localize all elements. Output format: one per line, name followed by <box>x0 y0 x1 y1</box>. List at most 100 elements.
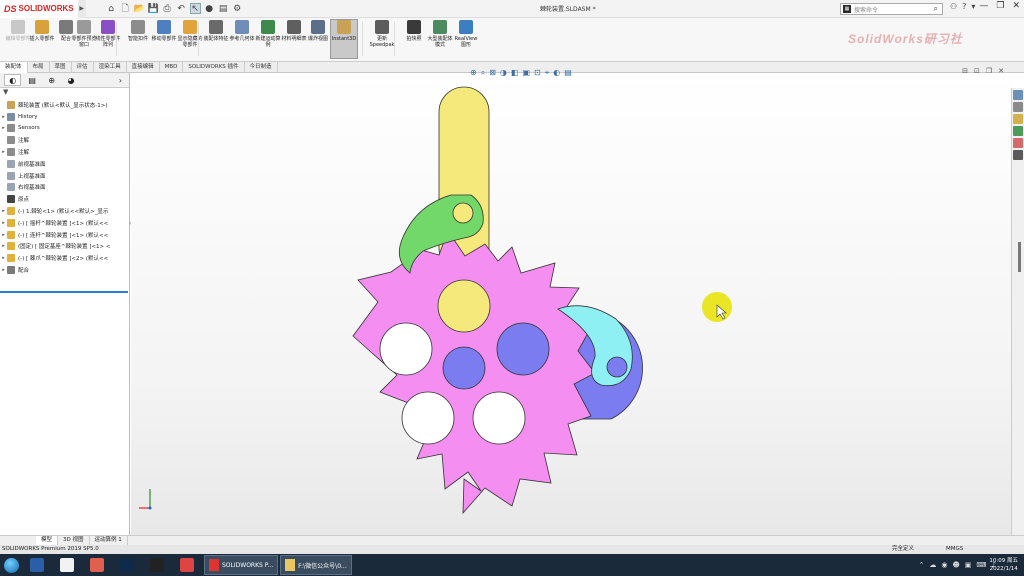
ribbon-button-5[interactable]: 智能扣件 <box>124 20 152 42</box>
tree-item[interactable]: 注解 <box>0 134 129 146</box>
home-icon[interactable]: ⌂ <box>106 3 117 14</box>
ribbon-button-13[interactable]: Instant3D <box>330 19 358 59</box>
command-tab-2[interactable]: 草图 <box>50 62 72 73</box>
taskbar-davinci[interactable] <box>143 555 171 575</box>
command-search-field[interactable]: ▦ 搜索命令 ⌕ <box>840 3 943 15</box>
command-tab-4[interactable]: 渲染工具 <box>94 62 127 73</box>
taskbar-app-6[interactable] <box>173 555 201 575</box>
tree-item[interactable]: 右视基准面 <box>0 182 129 194</box>
tree-item[interactable]: ▸ (-) 1.棘轮<1> (默认<<默认>_显示 <box>0 205 129 217</box>
select-cursor-icon[interactable]: ↖ <box>189 3 201 14</box>
save-icon[interactable]: 💾 <box>148 3 159 14</box>
view-palette-icon[interactable] <box>1013 126 1023 136</box>
view-tool-icon[interactable]: ▤ <box>564 68 572 78</box>
command-tab-3[interactable]: 评估 <box>72 62 94 73</box>
expand-arrow-icon[interactable]: ▸ <box>0 208 7 214</box>
view-tool-icon[interactable]: ⌖ <box>545 68 550 78</box>
search-icon[interactable]: ⌕ <box>934 4 938 14</box>
viewport-control-icon[interactable]: ⊡ <box>974 67 980 75</box>
bottom-tab-0[interactable]: 模型 <box>36 536 59 545</box>
ribbon-button-16[interactable]: 大型装配体模式 <box>426 20 454 48</box>
expand-arrow-icon[interactable]: ▸ <box>0 243 7 249</box>
tree-item[interactable]: ▸ History <box>0 111 129 123</box>
feature-manager-tab-icon[interactable]: ◐ <box>4 74 22 86</box>
tray-icon[interactable]: ▣ <box>965 561 972 569</box>
taskbar-window-0[interactable]: SOLIDWORKS P... <box>204 555 279 575</box>
taskbar-app-3[interactable] <box>83 555 111 575</box>
taskbar-app-1[interactable] <box>23 555 51 575</box>
view-tool-icon[interactable]: ▣ <box>522 68 530 78</box>
ribbon-button-15[interactable]: 拍快照 <box>400 20 428 42</box>
command-tab-0[interactable]: 装配体 <box>0 62 28 73</box>
rebuild-icon[interactable]: ● <box>204 3 215 14</box>
tree-item[interactable]: ▸ (固定) [ 固定基座^棘轮装置 ]<1> < <box>0 241 129 253</box>
graphics-viewport[interactable]: ⊕ ⌕ ⊠ ◑ ◧ ▣ ⊡ ⌖ ◐ ▤ <box>131 68 1011 535</box>
command-tab-6[interactable]: MBD <box>160 62 184 73</box>
command-tab-5[interactable]: 直接编辑 <box>127 62 160 73</box>
tree-item[interactable]: 上视基准面 <box>0 170 129 182</box>
print-icon[interactable]: ⎙ <box>162 3 173 14</box>
custom-properties-icon[interactable] <box>1013 150 1023 160</box>
bottom-tab-1[interactable]: 3D 视图 <box>58 536 90 545</box>
user-icon[interactable]: ⚇ <box>950 2 957 11</box>
menu-expand-arrow[interactable]: ▶ <box>77 0 86 18</box>
expand-arrow-icon[interactable]: ▸ <box>0 125 7 131</box>
ribbon-button-7[interactable]: 显示隐藏的零部件 <box>176 20 204 48</box>
view-tool-icon[interactable]: ⊡ <box>534 68 541 78</box>
view-tool-icon[interactable]: ◐ <box>553 68 560 78</box>
tree-item[interactable]: ▸ Sensors <box>0 123 129 135</box>
ribbon-button-17[interactable]: RealView 图形 <box>452 20 480 48</box>
help-icon[interactable]: ? <box>962 2 966 11</box>
ribbon-button-10[interactable]: 新建运动算例 <box>254 20 282 48</box>
taskbar-app-2[interactable] <box>53 555 81 575</box>
undo-icon[interactable]: ↶ <box>176 3 187 14</box>
configuration-manager-tab-icon[interactable]: ⊕ <box>43 74 60 86</box>
taskbar-photoshop[interactable] <box>113 555 141 575</box>
system-clock[interactable]: 10:09 周五 2022/1/14 <box>989 557 1018 573</box>
solidworks-resources-icon[interactable] <box>1013 90 1023 100</box>
view-tool-icon[interactable]: ⊕ <box>470 68 477 78</box>
tree-item[interactable]: 原点 <box>0 193 129 205</box>
file-properties-icon[interactable]: ▤ <box>218 3 229 14</box>
ribbon-button-14[interactable]: 更新 Speedpak <box>368 20 396 48</box>
expand-arrow-icon[interactable]: ▸ <box>0 232 7 238</box>
bottom-tab-2[interactable]: 运动算例 1 <box>90 536 128 545</box>
tree-item[interactable]: 前视基准面 <box>0 158 129 170</box>
open-folder-icon[interactable]: 📂 <box>134 3 145 14</box>
pin-icon[interactable]: ▾ <box>971 2 975 11</box>
ribbon-button-6[interactable]: 移动零部件 <box>150 20 178 42</box>
ribbon-button-4[interactable]: 线性零部件阵列 <box>94 20 122 48</box>
property-manager-tab-icon[interactable]: ▤ <box>23 74 40 86</box>
assembly-model[interactable] <box>131 73 1011 535</box>
tree-item[interactable]: ▸ (-) [ 棘爪^棘轮装置 ]<2> (默认<< <box>0 252 129 264</box>
command-tab-7[interactable]: SOLIDWORKS 插件 <box>183 62 245 73</box>
command-tab-1[interactable]: 布局 <box>28 62 50 73</box>
tree-item[interactable]: ▸ 注解 <box>0 146 129 158</box>
view-tool-icon[interactable]: ⊠ <box>489 68 496 78</box>
tray-icon[interactable]: ⌨ <box>976 561 986 569</box>
view-tool-icon[interactable]: ⌕ <box>481 68 485 78</box>
viewport-control-icon[interactable]: ⊟ <box>962 67 968 75</box>
options-gear-icon[interactable]: ⚙ <box>232 3 243 14</box>
display-manager-tab-icon[interactable]: ◕ <box>62 74 79 86</box>
tree-item[interactable]: ▸ (-) [ 连杆^棘轮装置 ]<1> (默认<< <box>0 229 129 241</box>
minimize-button[interactable]: — <box>979 1 988 11</box>
viewport-scroll-thumb[interactable] <box>1018 242 1021 272</box>
viewport-control-icon[interactable]: ❐ <box>986 67 992 75</box>
start-button[interactable] <box>0 554 22 576</box>
expand-arrow-icon[interactable]: ▸ <box>0 255 7 261</box>
tree-item[interactable]: 棘轮装置 (默认<默认_显示状态-1>) <box>0 99 129 111</box>
command-tab-8[interactable]: 今日制造 <box>245 62 278 73</box>
design-library-icon[interactable] <box>1013 102 1023 112</box>
tree-item[interactable]: ▸ 配合 <box>0 264 129 276</box>
panel-expand-icon[interactable]: › <box>112 74 129 86</box>
tree-filter-icon[interactable]: ▼ <box>0 88 129 99</box>
ribbon-button-8[interactable]: 装配体特征 <box>202 20 230 42</box>
ribbon-button-9[interactable]: 参考几何体 <box>228 20 256 42</box>
restore-button[interactable]: ❐ <box>996 1 1004 11</box>
close-button[interactable]: ✕ <box>1012 1 1020 11</box>
tray-icon[interactable]: ◉ <box>941 561 947 569</box>
tree-item[interactable]: ▸ (-) [ 摇杆^棘轮装置 ]<1> (默认<< <box>0 217 129 229</box>
tray-icon[interactable]: ☻ <box>952 561 959 569</box>
viewport-control-icon[interactable]: ✕ <box>998 67 1004 75</box>
